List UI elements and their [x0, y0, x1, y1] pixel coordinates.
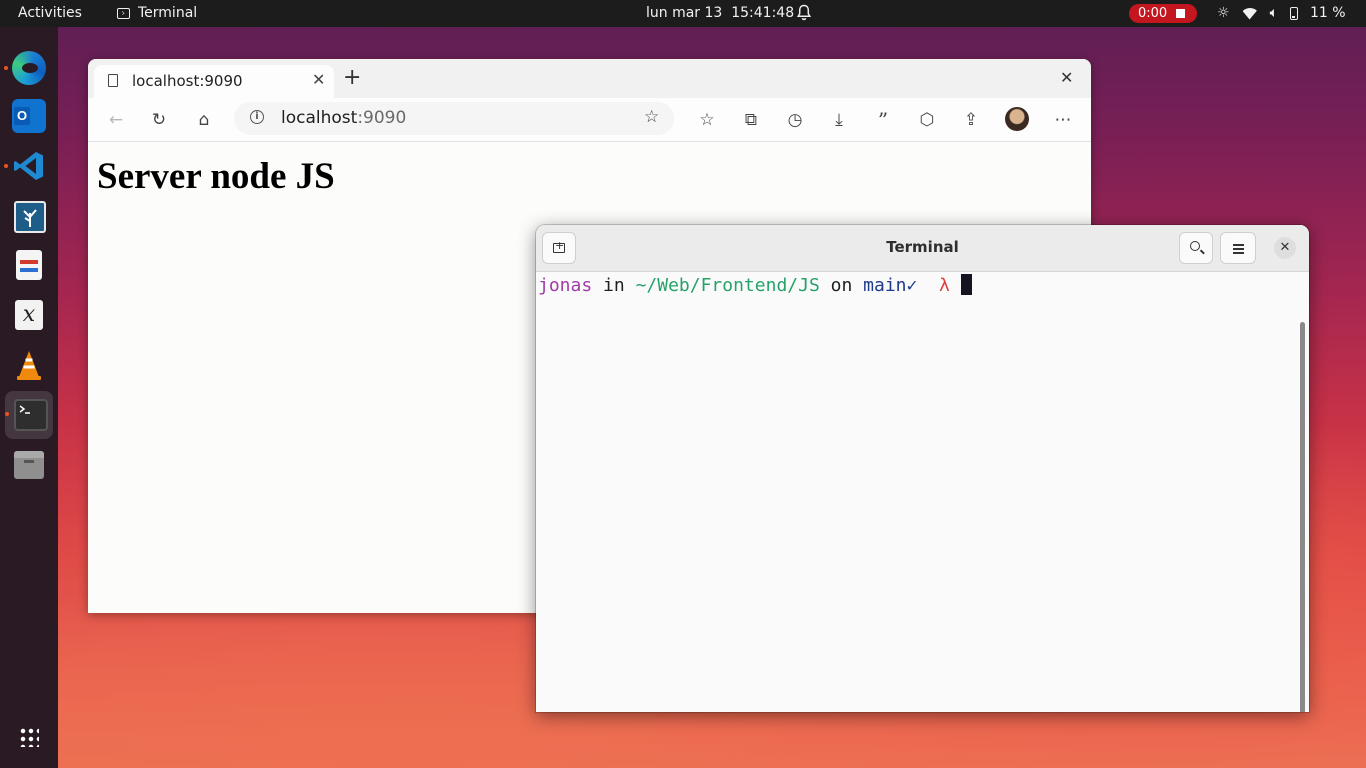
vscode-icon[interactable]	[4, 149, 46, 183]
running-indicator	[5, 412, 9, 416]
history-icon[interactable]: ◷	[784, 109, 806, 131]
files-icon[interactable]	[14, 451, 44, 479]
prompt-directory: ~/Web/Frontend/JS	[635, 275, 820, 296]
bell-icon[interactable]	[796, 4, 812, 22]
site-info-icon[interactable]: i	[250, 110, 264, 124]
browser-tab[interactable]: localhost:9090 ✕	[94, 65, 334, 98]
battery-percent: 11 %	[1309, 5, 1346, 21]
reload-icon[interactable]: ↻	[148, 109, 170, 131]
url-host: localhost	[281, 108, 358, 128]
xournal-icon[interactable]: x	[15, 300, 43, 330]
recording-time: 0:00	[1138, 6, 1168, 21]
back-arrow-icon[interactable]: ←	[105, 109, 127, 131]
text-cursor	[960, 274, 972, 295]
activities-button[interactable]: Activities	[18, 0, 82, 27]
hamburger-menu-button[interactable]	[1220, 232, 1256, 264]
vlc-icon[interactable]	[12, 349, 46, 383]
outlook-letter-icon: O	[14, 107, 30, 125]
add-favorite-icon[interactable]: ☆	[644, 107, 659, 127]
outlook-icon[interactable]: O	[12, 99, 46, 133]
system-menu[interactable]: ☼ 🔈︎ 11 %	[1217, 0, 1346, 27]
new-tab-button[interactable]: +	[343, 67, 361, 89]
downloads-icon[interactable]: ⤓	[828, 109, 850, 131]
page-heading: Server node JS	[97, 156, 335, 197]
volume-icon: 🔈︎	[1269, 5, 1278, 21]
home-icon[interactable]: ⌂	[193, 109, 215, 131]
running-indicator	[4, 66, 8, 70]
address-url: localhost:9090	[281, 108, 406, 128]
terminal-icon[interactable]	[5, 399, 48, 431]
page-icon	[108, 74, 118, 87]
browser-toolbar: ← ↻ ⌂ i localhost:9090 ☆ ☆ ⧉ ◷ ⤓ ” ⬡ ⇪ ⋯	[88, 98, 1091, 142]
close-tab-icon[interactable]: ✕	[312, 70, 325, 89]
terminal-icon	[117, 8, 130, 19]
brightness-icon: ☼	[1217, 5, 1230, 21]
app-menu-label: Terminal	[138, 5, 198, 21]
drawing-app-icon[interactable]	[14, 201, 46, 233]
top-bar: Activities Terminal lun mar 13 15:41:48 …	[0, 0, 1366, 27]
collections-icon[interactable]: ⧉	[740, 109, 762, 131]
running-indicator	[4, 164, 8, 168]
dock: O x	[0, 27, 58, 768]
favorites-icon[interactable]: ☆	[696, 109, 718, 131]
app-menu[interactable]: Terminal	[117, 0, 197, 27]
url-port: :9090	[357, 108, 407, 128]
search-button[interactable]	[1179, 232, 1213, 264]
edge-browser-icon[interactable]	[4, 51, 46, 85]
stop-icon	[1176, 9, 1185, 18]
share-icon[interactable]: ⇪	[960, 109, 982, 131]
screen-recording-indicator[interactable]: 0:00	[1129, 4, 1197, 23]
more-options-icon[interactable]: ⋯	[1052, 109, 1074, 131]
prompt-symbol: λ	[939, 275, 950, 296]
shell-prompt: jonas in ~/Web/Frontend/JS on main✓ λ	[538, 274, 972, 296]
tab-title: localhost:9090	[132, 72, 243, 90]
window-close-icon[interactable]: ✕	[1060, 68, 1073, 87]
battery-icon	[1289, 7, 1298, 20]
close-button[interactable]: ✕	[1274, 237, 1296, 259]
profile-avatar[interactable]	[1005, 107, 1029, 131]
terminal-window: Terminal ✕ jonas in ~/Web/Frontend/JS on…	[536, 225, 1309, 712]
prompt-branch: main✓	[863, 275, 918, 296]
wifi-icon	[1242, 8, 1258, 20]
extensions-icon[interactable]: ⬡	[916, 109, 938, 131]
prompt-on: on	[830, 275, 853, 296]
show-apps-grid-icon[interactable]	[19, 727, 39, 747]
quote-icon[interactable]: ”	[872, 109, 894, 131]
scrollbar[interactable]	[1300, 322, 1305, 712]
clock[interactable]: lun mar 13 15:41:48	[646, 0, 794, 27]
terminal-body[interactable]: jonas in ~/Web/Frontend/JS on main✓ λ	[536, 272, 1309, 712]
terminal-header-bar: Terminal ✕	[536, 225, 1309, 272]
prompt-in: in	[603, 275, 625, 296]
address-bar[interactable]: i localhost:9090 ☆	[234, 102, 674, 135]
tab-strip: localhost:9090 ✕ + ✕	[88, 59, 1091, 98]
document-reader-icon[interactable]	[16, 250, 42, 280]
prompt-user: jonas	[538, 275, 593, 296]
